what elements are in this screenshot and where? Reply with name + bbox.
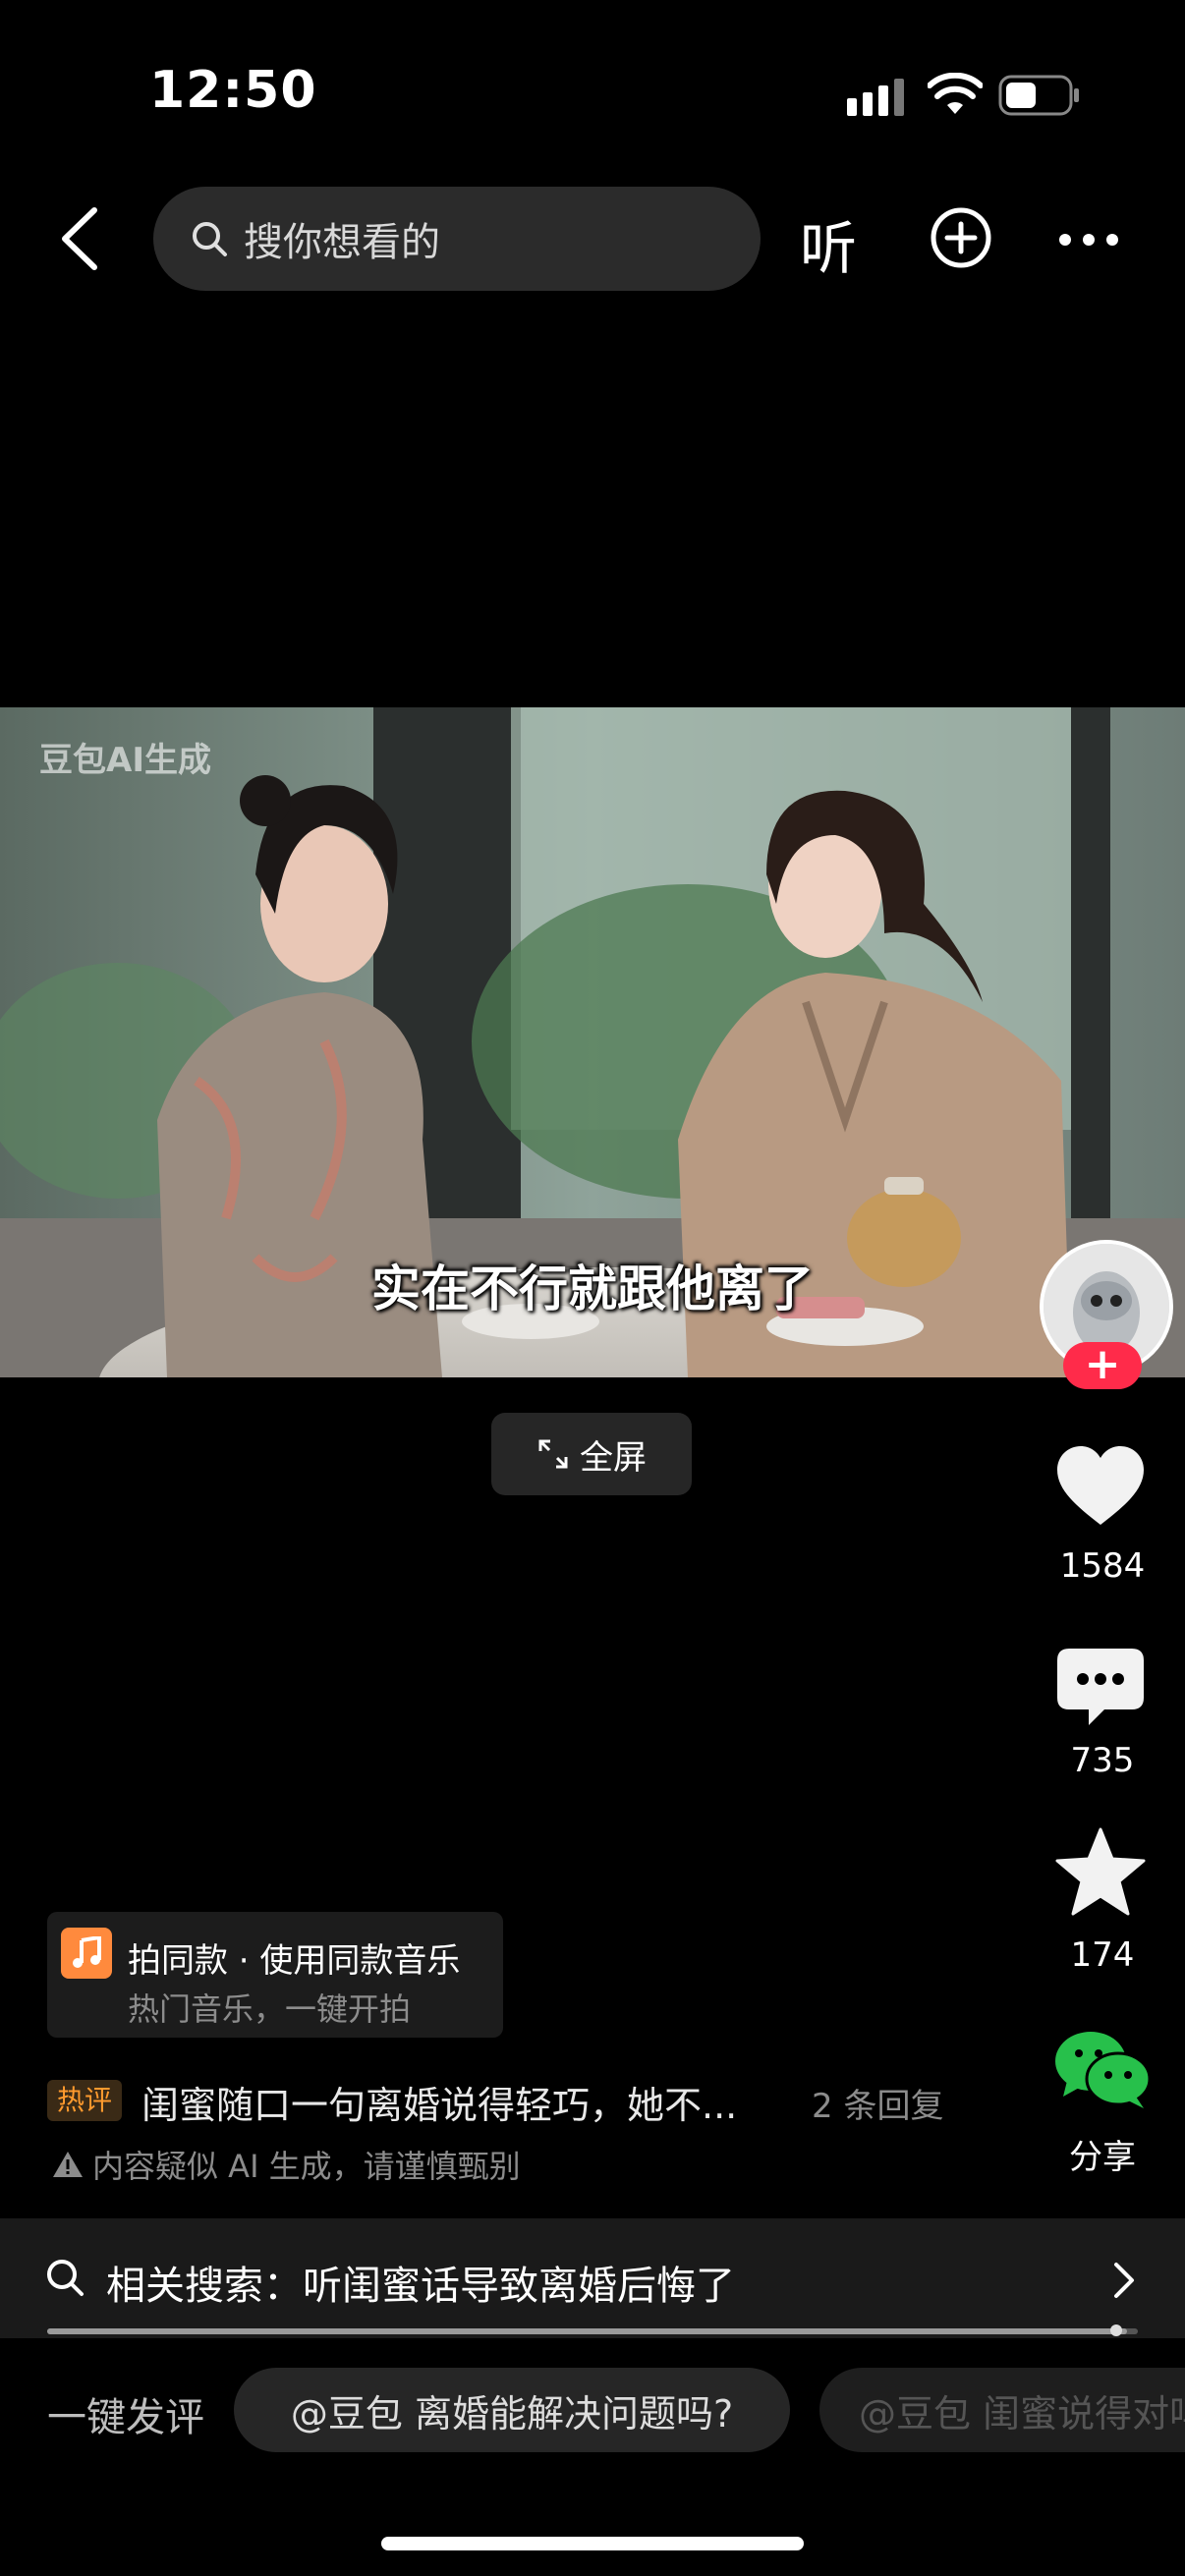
status-time: 12:50 bbox=[149, 61, 317, 120]
back-icon[interactable] bbox=[55, 204, 104, 273]
comment-count: 735 bbox=[1070, 1741, 1135, 1780]
music-card-title: 拍同款 · 使用同款音乐 bbox=[128, 1941, 461, 1981]
music-card-subtitle: 热门音乐，一键开拍 bbox=[128, 1990, 412, 2028]
progress-fill bbox=[47, 2328, 1127, 2334]
search-icon bbox=[47, 2260, 84, 2296]
use-same-music-card[interactable]: 拍同款 · 使用同款音乐 热门音乐，一键开拍 bbox=[47, 1912, 503, 2038]
related-search-bar[interactable]: 相关搜索：听闺蜜话导致离婚后悔了 bbox=[0, 2218, 1185, 2338]
hot-comment-replies[interactable]: 2 条回复 bbox=[812, 2079, 943, 2127]
battery-icon bbox=[998, 75, 1079, 116]
progress-handle[interactable] bbox=[1110, 2324, 1122, 2336]
listen-button[interactable]: 听 bbox=[800, 202, 857, 285]
quick-comment-chip[interactable]: @豆包 离婚能解决问题吗? bbox=[234, 2368, 790, 2452]
like-heart-icon[interactable] bbox=[1055, 1444, 1146, 1527]
more-options-icon[interactable] bbox=[1057, 232, 1120, 248]
expand-icon bbox=[538, 1439, 568, 1469]
share-label: 分享 bbox=[1069, 2138, 1136, 2177]
comment-icon[interactable] bbox=[1055, 1647, 1146, 1727]
wechat-share-icon[interactable] bbox=[1053, 2030, 1152, 2110]
follow-button[interactable]: + bbox=[1063, 1342, 1142, 1389]
related-search-text: 相关搜索：听闺蜜话导致离婚后悔了 bbox=[106, 2264, 735, 2309]
favorite-star-icon[interactable] bbox=[1055, 1827, 1146, 1916]
fullscreen-button[interactable]: 全屏 bbox=[491, 1413, 692, 1495]
chevron-right-icon bbox=[1114, 2263, 1134, 2298]
like-count: 1584 bbox=[1059, 1546, 1146, 1586]
ai-watermark: 豆包AI生成 bbox=[39, 741, 211, 780]
music-note-icon bbox=[61, 1928, 112, 1979]
search-placeholder: 搜你想看的 bbox=[244, 220, 440, 265]
hot-comment-badge: 热评 bbox=[47, 2080, 122, 2121]
wifi-icon bbox=[928, 73, 983, 114]
ai-notice-text: 内容疑似 AI 生成，请谨慎甄别 bbox=[92, 2148, 521, 2185]
cellular-signal-icon bbox=[847, 79, 904, 116]
favorite-count: 174 bbox=[1070, 1935, 1135, 1975]
video-progress-bar[interactable] bbox=[47, 2324, 1138, 2336]
quick-comment-chip[interactable]: @豆包 闺蜜说得对吗 bbox=[819, 2368, 1185, 2452]
warning-icon bbox=[53, 2152, 83, 2177]
home-indicator[interactable] bbox=[381, 2537, 804, 2550]
ai-generated-notice: 内容疑似 AI 生成，请谨慎甄别 bbox=[51, 2142, 521, 2187]
fullscreen-label: 全屏 bbox=[580, 1437, 647, 1478]
hot-comment-text[interactable]: 闺蜜随口一句离婚说得轻巧，她不... bbox=[141, 2075, 737, 2129]
add-circle-icon[interactable] bbox=[930, 206, 992, 269]
quick-comment-label: 一键发评 bbox=[47, 2395, 204, 2440]
search-icon bbox=[193, 222, 227, 256]
search-bar[interactable]: 搜你想看的 bbox=[153, 187, 761, 291]
video-subtitle: 实在不行就跟他离了 bbox=[371, 1260, 814, 1317]
